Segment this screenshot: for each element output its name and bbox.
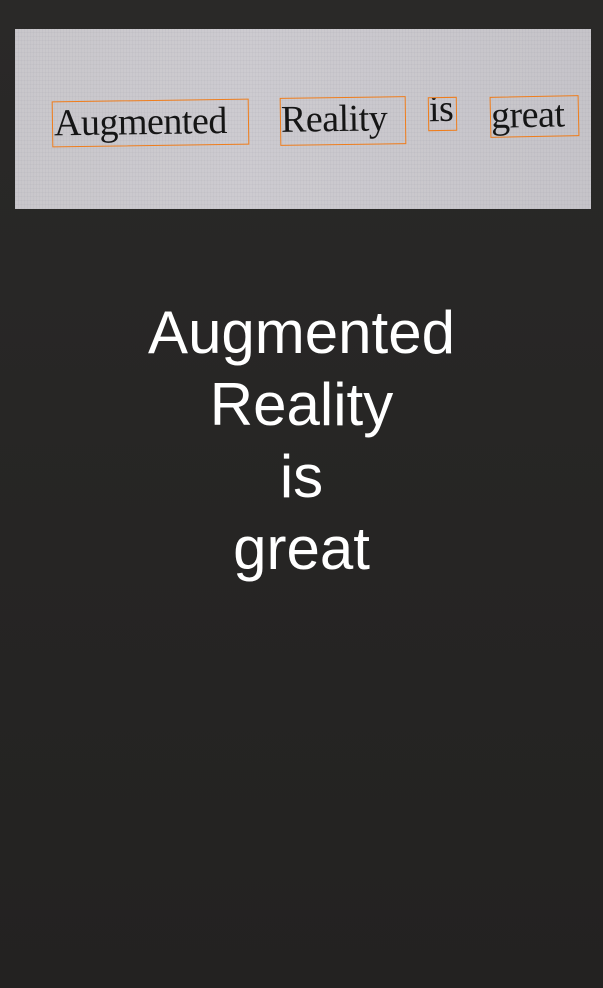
detected-word-box: Reality [279,96,407,146]
app-screen: Augmented Reality is great Augmented Rea… [0,0,603,988]
recognized-text-output: Augmented Reality is great [0,297,603,585]
detected-word-box: Augmented [51,98,250,148]
result-line: Reality [209,371,394,438]
detected-word: is [428,96,454,131]
result-line: Augmented [148,299,455,366]
detected-word-box: is [427,96,458,132]
camera-preview: Augmented Reality is great [15,29,591,209]
result-line: is [279,443,324,510]
detected-word: Reality [280,97,388,141]
detected-word-box: great [489,95,580,138]
detected-word: Augmented [53,99,228,145]
result-line: great [233,515,370,582]
detected-word: great [490,95,565,137]
